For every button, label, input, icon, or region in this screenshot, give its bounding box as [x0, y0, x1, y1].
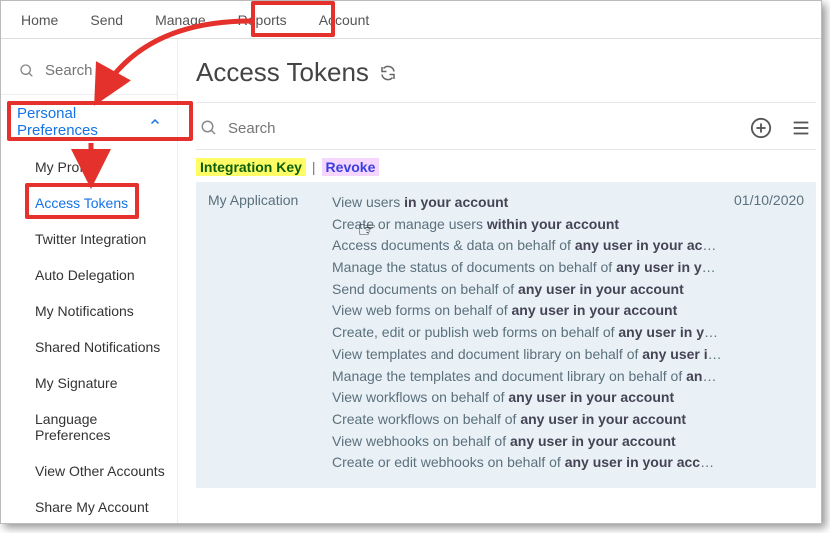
permission-line: View templates and document library on b… [332, 344, 722, 366]
permission-line: View webhooks on behalf of any user in y… [332, 431, 722, 453]
search-icon [19, 63, 35, 79]
permission-line: Create or edit webhooks on behalf of any… [332, 452, 722, 474]
refresh-icon[interactable] [379, 64, 397, 82]
nav-reports[interactable]: Reports [222, 1, 303, 38]
permission-line: Manage the status of documents on behalf… [332, 257, 722, 279]
chevron-up-icon [149, 116, 161, 128]
permission-line: Create workflows on behalf of any user i… [332, 409, 722, 431]
revoke-link[interactable]: Revoke [322, 158, 380, 176]
sidebar-section-personal-preferences[interactable]: Personal Preferences [1, 94, 177, 149]
sidebar-search-input[interactable] [43, 61, 163, 80]
sidebar-section-label: Personal Preferences [17, 105, 149, 139]
sidebar-item-language-preferences[interactable]: Language Preferences [1, 401, 177, 453]
sidebar-item-my-signature[interactable]: My Signature [1, 365, 177, 401]
permission-line: Access documents & data on behalf of any… [332, 235, 722, 257]
integration-key-link[interactable]: Integration Key [196, 158, 306, 176]
badge-separator: | [312, 159, 316, 175]
top-nav: Home Send Manage Reports Account [1, 1, 821, 39]
sidebar-item-access-tokens[interactable]: Access Tokens [1, 185, 177, 221]
nav-account[interactable]: Account [303, 1, 386, 38]
nav-manage[interactable]: Manage [139, 1, 222, 38]
menu-button[interactable] [790, 117, 812, 139]
permission-line: View workflows on behalf of any user in … [332, 387, 722, 409]
permission-line: View users in your account [332, 192, 722, 214]
nav-home[interactable]: Home [5, 1, 74, 38]
sidebar-item-my-profile[interactable]: My Profile [1, 149, 177, 185]
permission-line: Create or manage users within your accou… [332, 214, 722, 236]
permission-line: Create, edit or publish web forms on beh… [332, 322, 722, 344]
permission-line: View web forms on behalf of any user in … [332, 300, 722, 322]
page-title-row: Access Tokens [196, 57, 816, 103]
nav-send[interactable]: Send [74, 1, 139, 38]
token-app-name: My Application [208, 192, 328, 474]
search-icon [200, 119, 218, 137]
page-title: Access Tokens [196, 57, 369, 88]
sidebar-item-share-my-account[interactable]: Share My Account [1, 489, 177, 524]
permission-line: Send documents on behalf of any user in … [332, 279, 722, 301]
sidebar-item-auto-delegation[interactable]: Auto Delegation [1, 257, 177, 293]
main-search[interactable] [200, 119, 386, 138]
sidebar-item-shared-notifications[interactable]: Shared Notifications [1, 329, 177, 365]
sidebar-search[interactable] [1, 55, 177, 94]
add-button[interactable] [750, 117, 772, 139]
token-permissions: View users in your accountCreate or mana… [328, 192, 722, 474]
action-badges: Integration Key | Revoke [196, 150, 816, 182]
permission-line: Manage the templates and document librar… [332, 366, 722, 388]
sidebar-item-my-notifications[interactable]: My Notifications [1, 293, 177, 329]
sidebar-item-view-other-accounts[interactable]: View Other Accounts [1, 453, 177, 489]
main-panel: Access Tokens [178, 39, 822, 523]
main-toolbar [196, 103, 816, 150]
sidebar-item-twitter-integration[interactable]: Twitter Integration [1, 221, 177, 257]
token-row[interactable]: My Application View users in your accoun… [196, 182, 816, 488]
sidebar: Personal Preferences My Profile Access T… [1, 39, 178, 523]
main-search-input[interactable] [226, 119, 386, 138]
token-date: 01/10/2020 [722, 192, 804, 474]
